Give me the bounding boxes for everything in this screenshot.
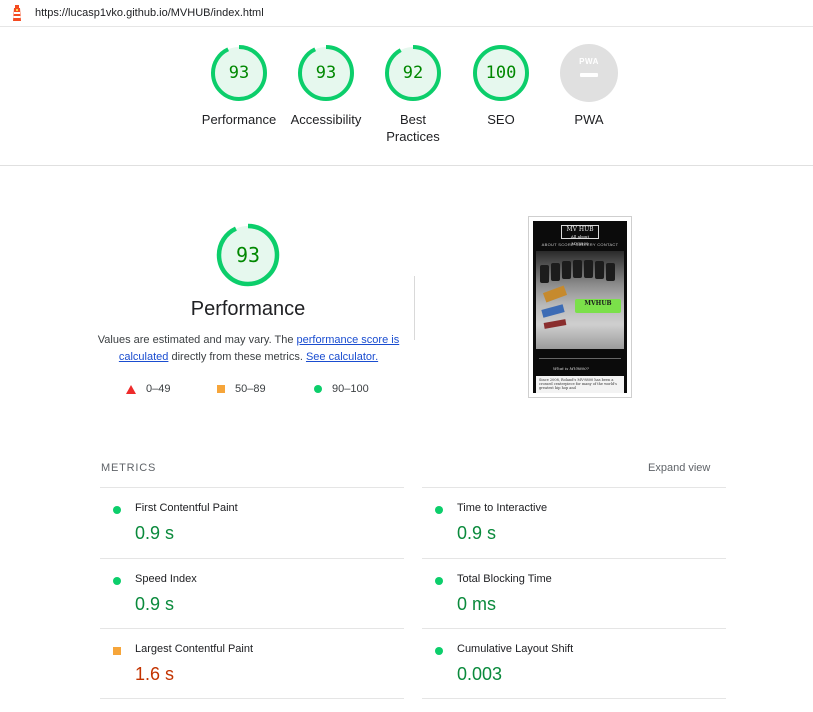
legend-range: 90–100 [332,383,369,395]
metric-value: 0.9 s [135,523,175,543]
gauge-score: 100 [485,63,517,83]
metric-time-to-interactive: Time to Interactive 0.9 s [422,487,726,557]
pwa-icon: PWA [560,44,618,102]
category-gauges: 93 Performance 93 Accessibility 92 Best … [0,27,813,166]
legend-pass: 90–100 [314,383,369,395]
square-icon [217,385,225,394]
performance-score: 93 [235,243,261,267]
metric-cumulative-layout-shift: Cumulative Layout Shift 0.003 [422,628,726,698]
legend-range: 50–89 [235,383,266,395]
metric-value: 0.9 s [457,523,497,543]
gauge-label: PWA [574,112,604,127]
url-bar: https://lucasp1vko.github.io/MVHUB/index… [0,0,813,27]
divider [414,276,415,340]
thumb-divider [539,358,621,359]
metric-first-contentful-paint: First Contentful Paint 0.9 s [100,487,404,557]
see-calculator-link[interactable]: See calculator. [306,351,378,363]
gauge-pwa[interactable]: PWA PWA [544,44,634,128]
lighthouse-icon [13,5,21,21]
circle-icon [113,506,121,514]
circle-icon [435,647,443,655]
gauge-label: Performance [201,112,277,127]
gauge-accessibility[interactable]: 93 Accessibility [281,44,371,128]
expand-view-button[interactable]: Expand view [648,462,710,474]
metric-value: 0.003 [457,664,503,684]
legend-range: 0–49 [146,383,171,395]
metric-name: First Contentful Paint [135,502,238,514]
triangle-icon [126,384,136,394]
metrics-title: METRICS [101,462,157,474]
metric-name: Largest Contentful Paint [135,643,254,655]
metric-name: Time to Interactive [457,502,548,514]
gauge-score: 93 [228,63,250,83]
legend-fail: 0–49 [126,383,170,395]
thumb-logo: MV HUB All about MV8800 [561,225,599,246]
thumb-question: What is MV8800? [553,366,589,371]
gauge-score: 93 [315,63,337,83]
thumb-nav: ABOUT SCORE GALLERY CONTACT [541,242,619,247]
metric-value: 1.6 s [135,664,175,684]
circle-icon [113,577,121,585]
gauge-seo[interactable]: 100 SEO [456,44,546,128]
metric-value: 0 ms [457,594,497,614]
metric-speed-index: Speed Index 0.9 s [100,558,404,628]
gauge-label: Accessibility [290,112,362,127]
gauge-best-practices[interactable]: 92 Best Practices [368,44,458,145]
thumb-badge: MVHUB [575,299,621,313]
gauge-performance[interactable]: 93 Performance [194,44,284,128]
divider [100,698,404,699]
square-icon [113,647,121,655]
thumb-text-block: Since 2008, Roland's MV-8800 has been a … [536,376,624,393]
performance-gauge: 93 [215,222,281,288]
metric-name: Total Blocking Time [457,573,552,585]
metric-total-blocking-time: Total Blocking Time 0 ms [422,558,726,628]
final-screenshot[interactable]: MV HUB All about MV8800 ABOUT SCORE GALLE… [528,216,632,398]
metric-name: Cumulative Layout Shift [457,643,574,655]
screenshot-image: MV HUB All about MV8800 ABOUT SCORE GALLE… [533,221,627,393]
gauge-label: Best Practices [386,112,440,144]
metric-largest-contentful-paint: Largest Contentful Paint 1.6 s [100,628,404,698]
desc-text: directly from these metrics. [168,351,306,363]
circle-icon [435,506,443,514]
gauge-label: SEO [487,112,515,127]
performance-title: Performance [190,298,306,320]
circle-icon [314,385,322,394]
desc-text: Values are estimated and may vary. The [97,334,297,346]
divider [422,698,726,699]
metric-name: Speed Index [135,573,197,585]
metric-value: 0.9 s [135,594,175,614]
gauge-score: 92 [402,63,424,83]
page-url[interactable]: https://lucasp1vko.github.io/MVHUB/index… [35,7,264,19]
legend-average: 50–89 [217,383,266,395]
performance-description: Values are estimated and may vary. The p… [96,332,401,366]
circle-icon [435,577,443,585]
